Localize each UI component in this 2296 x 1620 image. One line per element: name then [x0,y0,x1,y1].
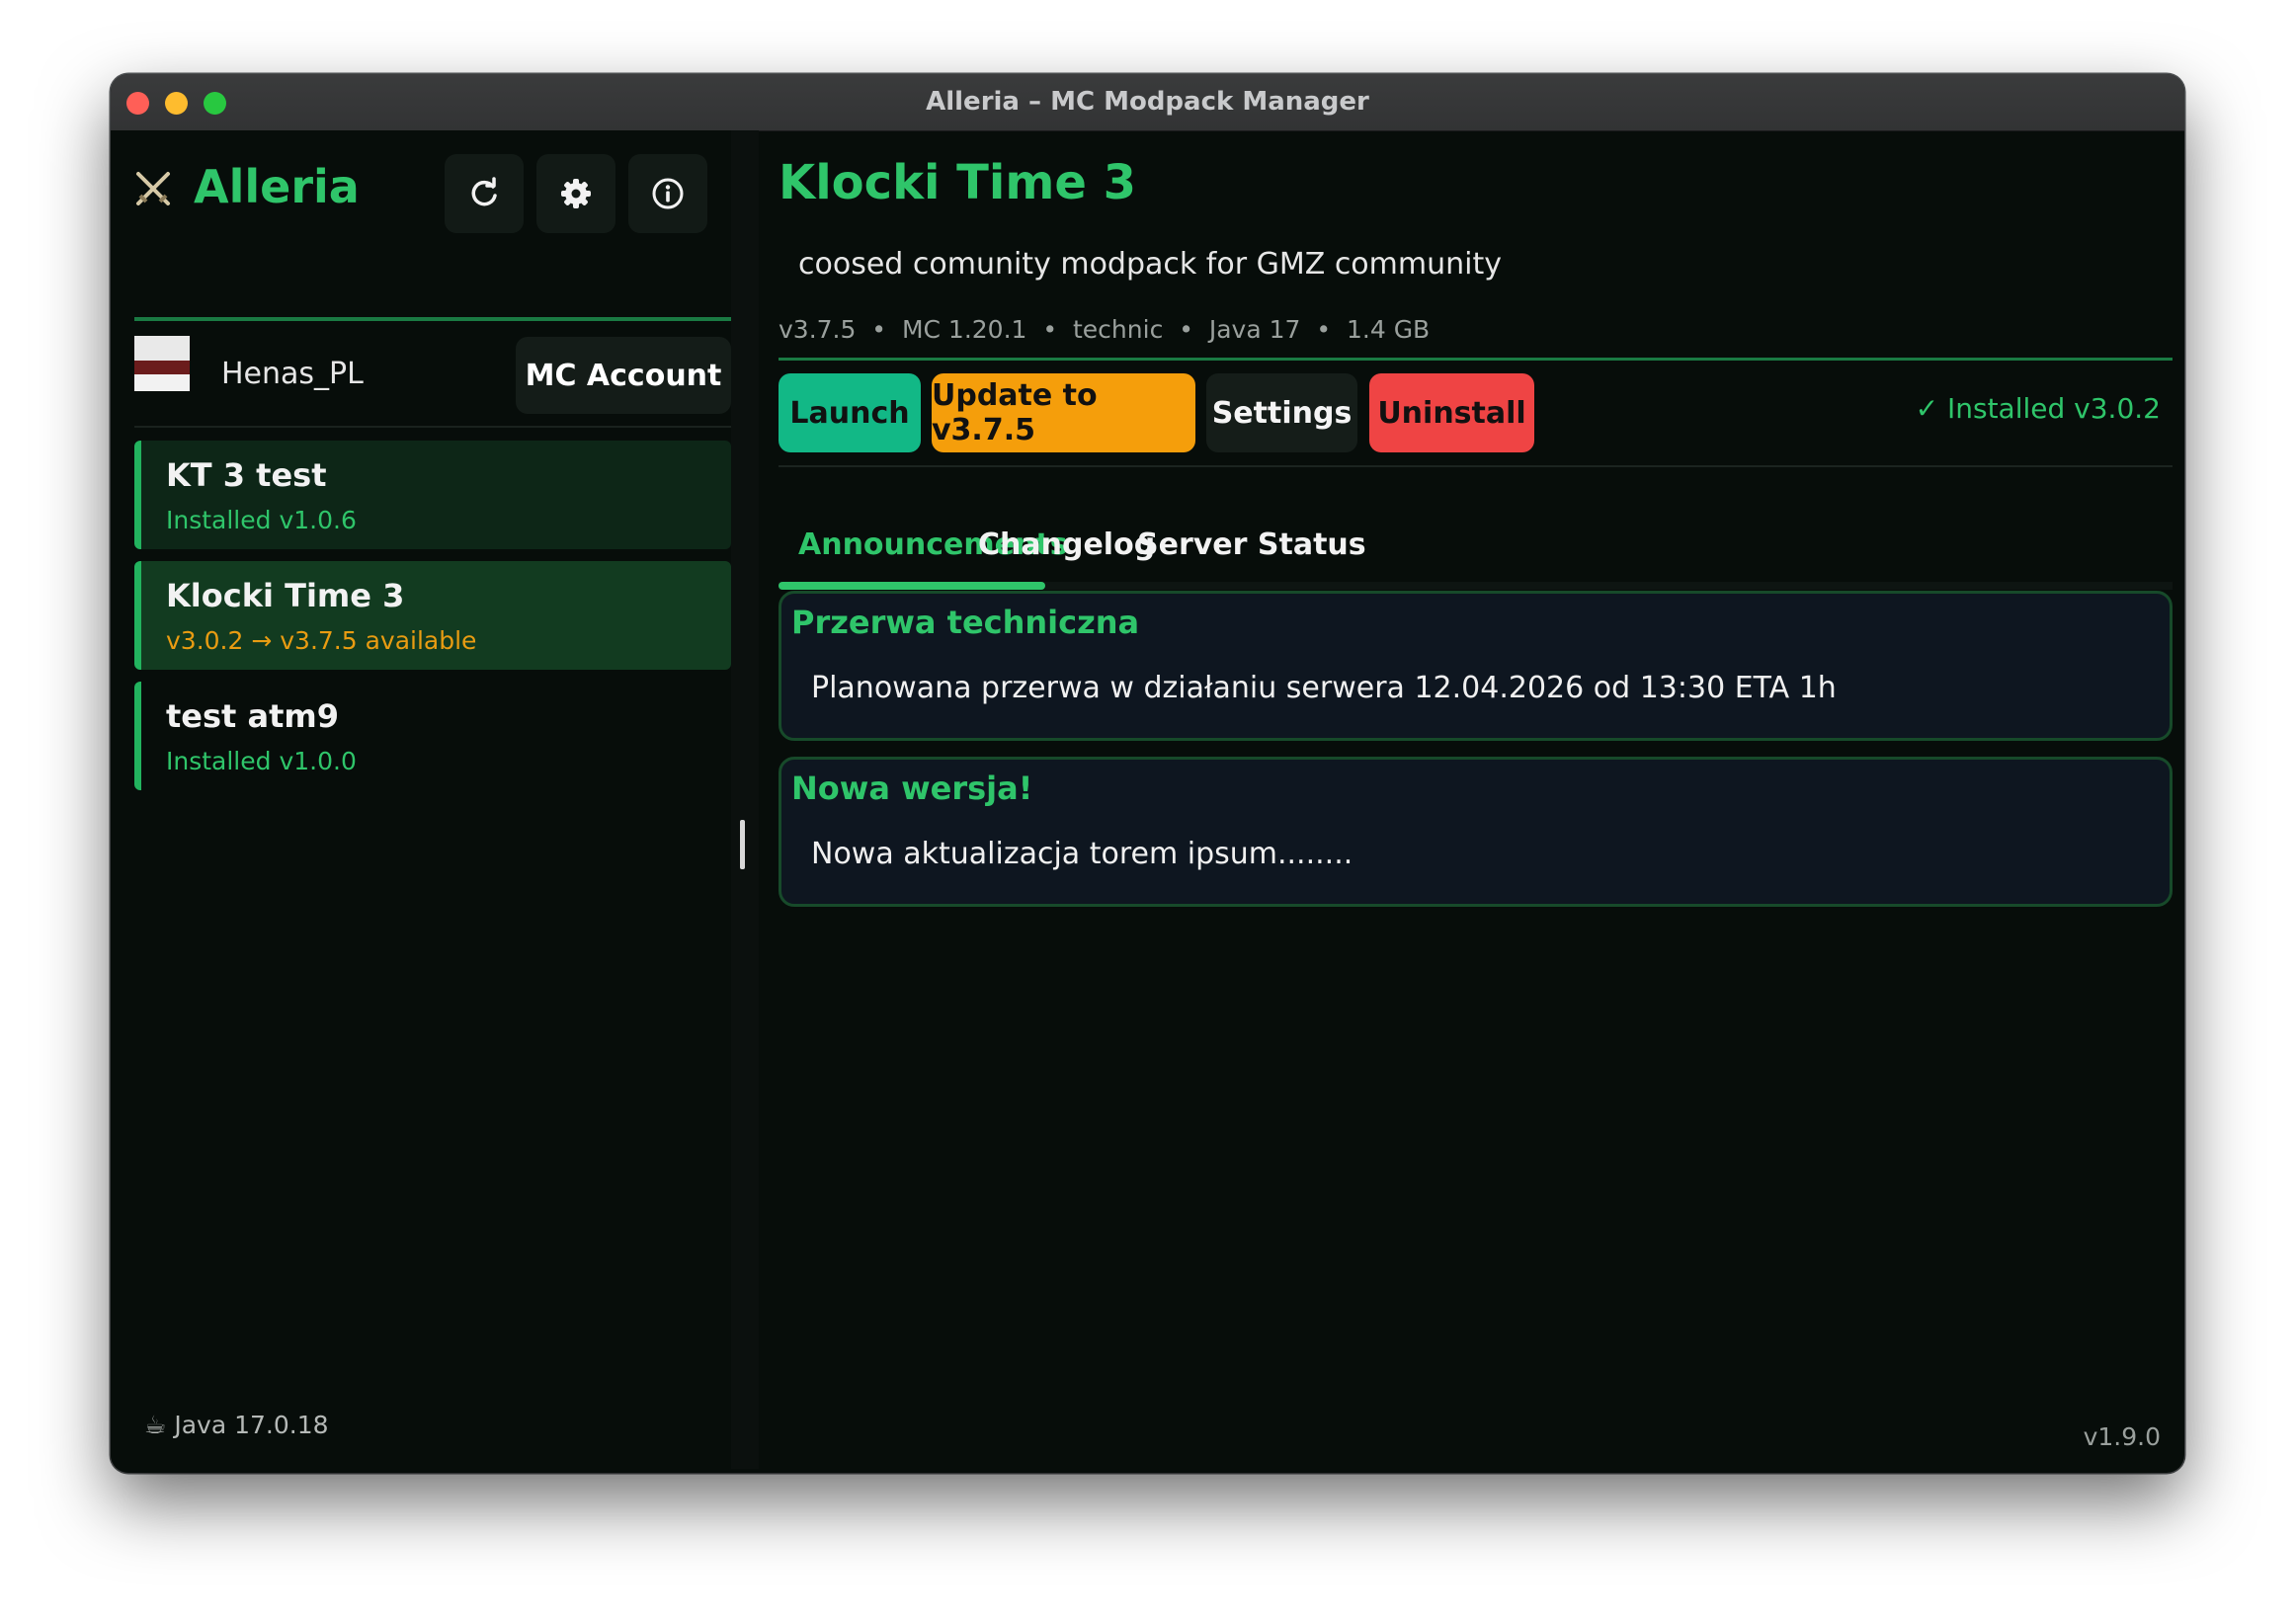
announcement-title: Nowa wersja! [791,770,1033,807]
modpack-name: KT 3 test [166,456,327,494]
refresh-button[interactable] [445,154,524,233]
app-version: v1.9.0 [2083,1422,2161,1451]
app-name: Alleria [194,160,360,213]
title-bar: Alleria – MC Modpack Manager [111,74,2184,131]
modpack-status: v3.0.2 → v3.7.5 available [166,626,477,655]
modpack-status: Installed v1.0.0 [166,747,357,775]
panel-splitter[interactable] [731,130,759,1469]
mc-account-button[interactable]: MC Account [516,337,731,414]
gear-icon [561,179,591,208]
avatar [134,336,190,391]
uninstall-button[interactable]: Uninstall [1369,373,1534,452]
update-button[interactable]: Update to v3.7.5 [932,373,1195,452]
modpack-status: Installed v1.0.6 [166,506,357,534]
announcement-card: Nowa wersja! Nowa aktualizacja torem ips… [779,757,2173,907]
pack-settings-button[interactable]: Settings [1206,373,1357,452]
sidebar-header-divider [134,317,731,321]
modpack-meta: v3.7.5 • MC 1.20.1 • technic • Java 17 •… [779,315,1431,344]
meta-platform: technic [1073,315,1164,344]
announcement-card: Przerwa techniczna Planowana przerwa w d… [779,591,2173,741]
modpack-item-kt3-test[interactable]: KT 3 test Installed v1.0.6 [134,441,731,549]
launch-button[interactable]: Launch [779,373,921,452]
info-icon [652,178,684,209]
tab-server-status[interactable]: Server Status [1137,527,1366,562]
splitter-handle[interactable] [740,820,745,869]
modpack-description: coosed comunity modpack for GMZ communit… [798,247,1502,282]
account-divider [134,426,731,428]
meta-size: 1.4 GB [1346,315,1431,344]
main-panel: Klocki Time 3 coosed comunity modpack fo… [759,130,2184,1473]
modpack-name: test atm9 [166,697,339,735]
settings-button[interactable] [536,154,615,233]
sidebar: Alleria Henas_PL MC Account KT 3 test In… [111,130,731,1469]
meta-version: v3.7.5 [779,315,857,344]
tab-changelog[interactable]: Changelog [978,527,1155,562]
announcement-body: Nowa aktualizacja torem ipsum........ [811,837,1353,871]
meta-java: Java 17 [1208,315,1301,344]
page-title: Klocki Time 3 [779,155,1137,210]
refresh-icon [471,177,497,206]
modpack-item-test-atm9[interactable]: test atm9 Installed v1.0.0 [134,682,731,790]
java-version: ☕ Java 17.0.18 [144,1411,329,1439]
modpack-item-klocki-time-3[interactable]: Klocki Time 3 v3.0.2 → v3.7.5 available [134,561,731,670]
installed-version-badge: ✓ Installed v3.0.2 [1915,392,2161,425]
crossed-swords-icon [136,172,170,205]
modpack-name: Klocki Time 3 [166,577,405,614]
window-title: Alleria – MC Modpack Manager [926,87,1369,117]
username: Henas_PL [221,357,364,391]
meta-mc-version: MC 1.20.1 [901,315,1027,344]
actions-divider [779,465,2173,467]
app-window: Alleria – MC Modpack Manager Alleria Hen… [111,74,2184,1473]
active-tab-indicator [779,582,1045,590]
announcement-body: Planowana przerwa w działaniu serwera 12… [811,671,1837,705]
about-button[interactable] [628,154,707,233]
announcement-title: Przerwa techniczna [791,604,1140,641]
modpack-list: KT 3 test Installed v1.0.6 Klocki Time 3… [134,441,731,802]
header-divider [779,358,2173,361]
